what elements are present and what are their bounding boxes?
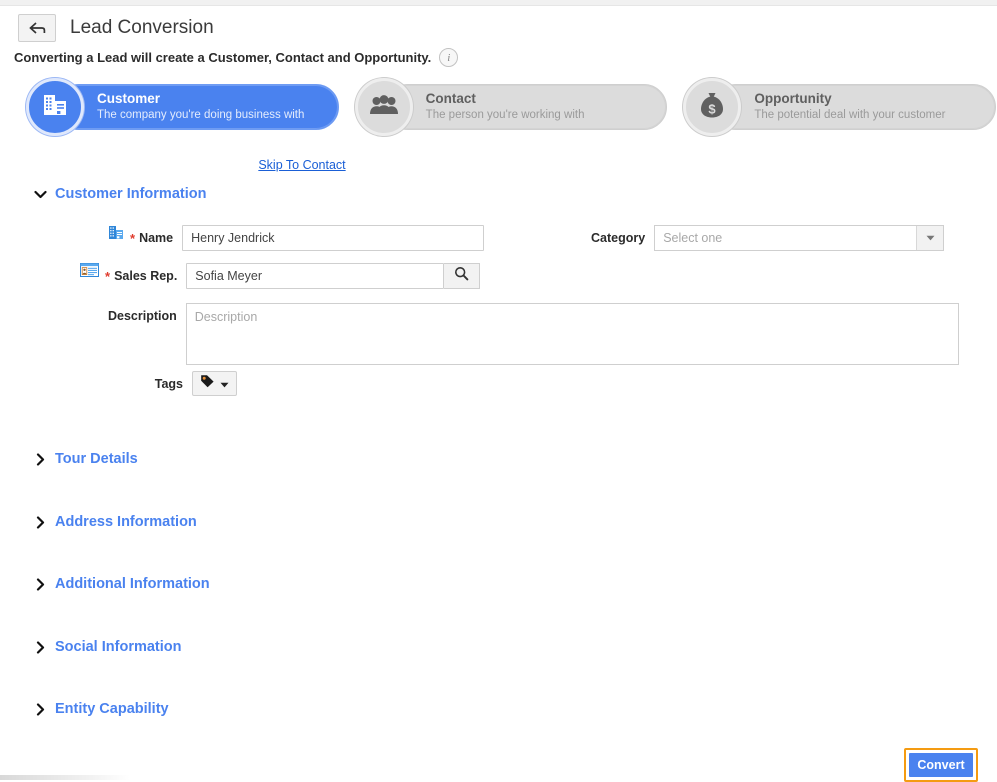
conversion-steps: Customer The company you're doing busine… xyxy=(26,78,996,136)
tags-dropdown-button[interactable] xyxy=(192,371,237,396)
step-contact-name: Contact xyxy=(426,91,667,107)
bottom-status-shade xyxy=(0,775,130,780)
section-title-address-information: Address Information xyxy=(55,514,197,530)
step-contact[interactable]: Contact The person you're working with xyxy=(355,78,668,136)
sales-rep-search-button[interactable] xyxy=(444,263,480,289)
step-contact-circle[interactable] xyxy=(355,78,413,136)
section-title-additional-information: Additional Information xyxy=(55,576,210,592)
section-title-customer-information: Customer Information xyxy=(55,186,206,202)
step-opportunity-body[interactable]: Opportunity The potential deal with your… xyxy=(713,84,996,130)
step-opportunity-desc: The potential deal with your customer xyxy=(754,108,995,123)
section-header-entity-capability[interactable]: Entity Capability xyxy=(33,701,169,717)
field-label-category: Category xyxy=(591,225,645,251)
info-icon[interactable]: i xyxy=(439,48,458,67)
step-customer-desc: The company you're doing business with xyxy=(97,108,338,123)
name-input[interactable] xyxy=(182,225,484,251)
label-text-sales-rep: Sales Rep. xyxy=(114,269,177,283)
page-title: Lead Conversion xyxy=(70,17,214,39)
convert-button[interactable]: Convert xyxy=(909,753,973,777)
step-opportunity-name: Opportunity xyxy=(754,91,995,107)
step-customer-body[interactable]: Customer The company you're doing busine… xyxy=(56,84,339,130)
chevron-down-icon xyxy=(33,190,48,199)
field-label-description: Description xyxy=(108,303,177,329)
section-header-address-information[interactable]: Address Information xyxy=(33,514,197,530)
arrow-left-icon xyxy=(29,22,46,35)
chevron-right-icon xyxy=(33,516,48,529)
caret-down-icon[interactable] xyxy=(916,226,943,250)
section-title-tour-details: Tour Details xyxy=(55,451,138,467)
required-marker-name: * xyxy=(130,232,135,245)
chevron-right-icon xyxy=(33,641,48,654)
step-contact-desc: The person you're working with xyxy=(426,108,667,123)
convert-button-focus-ring: Convert xyxy=(904,748,978,782)
field-row-tags: Tags xyxy=(108,371,237,397)
sales-rep-input[interactable] xyxy=(186,263,444,289)
description-textarea[interactable] xyxy=(186,303,959,365)
section-title-entity-capability: Entity Capability xyxy=(55,701,169,717)
field-label-tags: Tags xyxy=(108,371,183,397)
step-customer-circle[interactable] xyxy=(26,78,84,136)
field-row-category: Category Select one xyxy=(591,225,944,251)
chevron-right-icon xyxy=(33,703,48,716)
step-opportunity-circle[interactable]: $ xyxy=(683,78,741,136)
skip-link-container: Skip To Contact xyxy=(0,156,604,174)
skip-to-contact-link[interactable]: Skip To Contact xyxy=(258,158,345,172)
step-contact-body[interactable]: Contact The person you're working with xyxy=(385,84,668,130)
required-marker-sales-rep: * xyxy=(105,270,110,283)
section-header-tour-details[interactable]: Tour Details xyxy=(33,451,138,467)
page-subtitle: Converting a Lead will create a Customer… xyxy=(14,50,431,65)
step-opportunity[interactable]: Opportunity The potential deal with your… xyxy=(683,78,996,136)
step-customer-name: Customer xyxy=(97,91,338,107)
caret-down-icon xyxy=(220,375,229,393)
page-subtitle-row: Converting a Lead will create a Customer… xyxy=(14,48,458,67)
category-select[interactable]: Select one xyxy=(654,225,944,251)
contact-card-icon xyxy=(80,263,99,277)
field-row-sales-rep: * Sales Rep. xyxy=(80,263,480,289)
section-title-social-information: Social Information xyxy=(55,639,182,655)
svg-text:$: $ xyxy=(709,101,717,116)
field-row-description: Description xyxy=(108,303,959,365)
section-header-additional-information[interactable]: Additional Information xyxy=(33,576,210,592)
tag-icon xyxy=(200,374,215,393)
field-label-name: * Name xyxy=(130,225,173,251)
magnifier-icon xyxy=(454,266,469,286)
window-top-strip xyxy=(0,0,997,6)
label-text-name: Name xyxy=(139,231,173,245)
page-header: Lead Conversion xyxy=(18,14,214,42)
people-icon xyxy=(369,94,399,121)
chevron-right-icon xyxy=(33,453,48,466)
category-select-value: Select one xyxy=(655,226,916,250)
section-header-customer-information[interactable]: Customer Information xyxy=(33,186,206,202)
building-icon xyxy=(41,92,69,123)
step-customer[interactable]: Customer The company you're doing busine… xyxy=(26,78,339,136)
chevron-right-icon xyxy=(33,578,48,591)
back-button[interactable] xyxy=(18,14,56,42)
field-row-name: * Name xyxy=(108,225,484,251)
money-bag-icon: $ xyxy=(699,91,725,124)
section-header-social-information[interactable]: Social Information xyxy=(33,639,182,655)
field-label-sales-rep: * Sales Rep. xyxy=(105,263,177,289)
building-small-icon xyxy=(108,225,124,240)
